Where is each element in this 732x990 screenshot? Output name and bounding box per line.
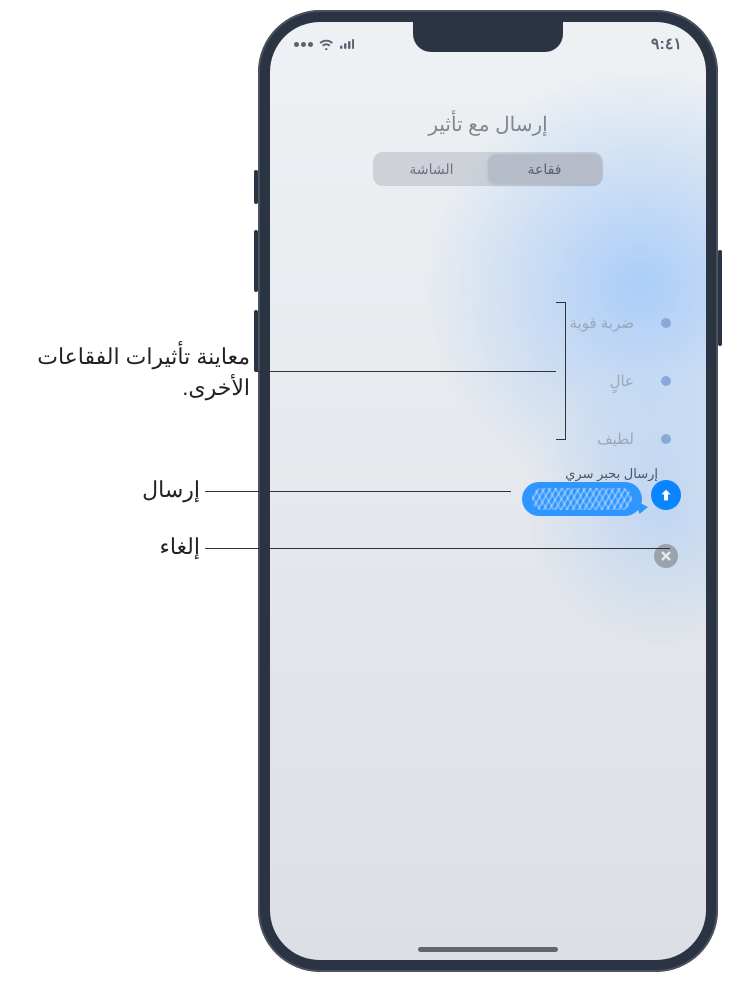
ringer-switch — [254, 170, 258, 204]
more-icon — [294, 42, 313, 47]
effect-dot-icon — [661, 434, 671, 444]
power-button — [718, 250, 722, 346]
effect-label-invisible: إرسال بحبر سري — [565, 466, 658, 482]
effect-slam[interactable]: ضربة قوية — [650, 294, 682, 352]
cellular-icon — [340, 38, 355, 50]
callout-leader-send — [205, 491, 511, 492]
tab-bubble-label: فقاعة — [528, 161, 562, 178]
effect-scope-tabs: فقاعة الشاشة — [373, 152, 603, 186]
status-left — [294, 38, 354, 50]
effect-label-loud: عالٍ — [610, 372, 634, 390]
callout-leader-preview — [255, 371, 556, 372]
callout-bracket — [556, 302, 566, 440]
notch — [413, 22, 563, 52]
callout-send: إرسال — [30, 475, 200, 506]
effect-label-gentle: لطيف — [597, 430, 634, 448]
effect-dot-icon — [661, 376, 671, 386]
page-title: إرسال مع تأثير — [270, 112, 706, 137]
status-time: ٩:٤١ — [622, 34, 682, 54]
volume-up-button — [254, 230, 258, 292]
volume-down-button — [254, 310, 258, 372]
tab-bubble[interactable]: فقاعة — [488, 154, 601, 184]
arrow-up-icon — [658, 487, 674, 503]
close-icon — [660, 550, 672, 562]
callout-leader-cancel — [205, 548, 670, 549]
wifi-icon — [319, 38, 334, 50]
message-bubble-invisible-ink[interactable] — [522, 482, 642, 516]
tab-screen[interactable]: الشاشة — [375, 154, 488, 184]
tab-screen-label: الشاشة — [409, 161, 453, 178]
effect-label-slam: ضربة قوية — [569, 314, 634, 332]
home-indicator[interactable] — [418, 947, 558, 952]
send-button[interactable] — [651, 480, 681, 510]
callout-preview: معاينة تأثيرات الفقاعات الأخرى. — [30, 342, 250, 404]
effect-dot-icon — [661, 318, 671, 328]
callout-cancel: إلغاء — [30, 532, 200, 563]
effect-loud[interactable]: عالٍ — [650, 352, 682, 410]
effect-gentle[interactable]: لطيف — [650, 410, 682, 468]
